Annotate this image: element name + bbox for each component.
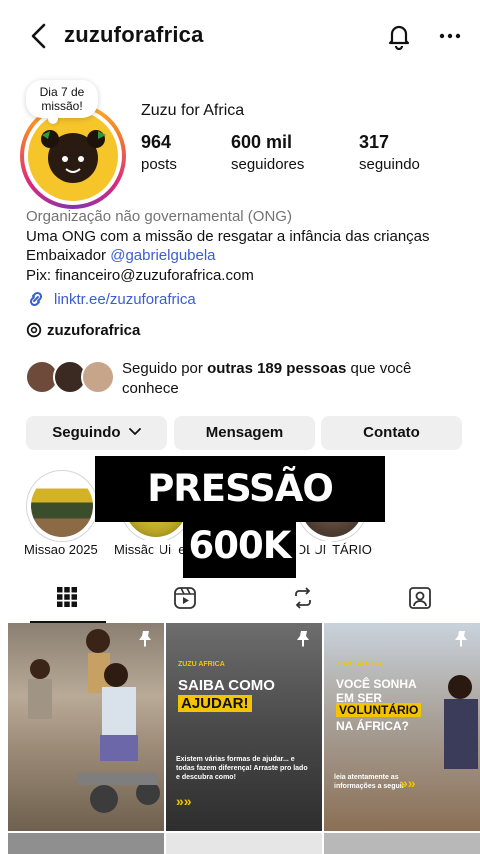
post-arrows: »»	[176, 793, 192, 809]
mascot-logo	[41, 130, 106, 183]
stat-value: 600 mil	[231, 132, 293, 152]
bio-ambassador-prefix: Embaixador	[26, 247, 111, 264]
profile-username: zuzuforafrica	[64, 22, 204, 47]
post-body: Existem várias formas de ajudar... e tod…	[176, 756, 308, 781]
chevron-left-icon[interactable]	[28, 22, 50, 50]
tab-tagged[interactable]	[360, 582, 480, 622]
bio-ambassador: Embaixador @gabrielgubela	[26, 246, 466, 266]
post-tile[interactable]	[324, 833, 480, 854]
stat-posts[interactable]: 964 posts	[141, 132, 177, 173]
chevron-down-icon	[128, 428, 141, 435]
post-tile[interactable]	[8, 833, 164, 854]
bio-line: Uma ONG com a missão de resgatar a infân…	[26, 227, 430, 245]
following-button[interactable]: Seguindo	[26, 416, 167, 450]
following-label: Seguindo	[52, 424, 121, 441]
stat-label: seguindo	[359, 156, 420, 173]
mutual-followers-avatars[interactable]	[25, 360, 117, 396]
note-bubble[interactable]: Dia 7 de missão!	[26, 80, 98, 124]
post-title-highlight: AJUDAR!	[178, 695, 252, 712]
tab-reels[interactable]	[125, 582, 245, 622]
stat-following[interactable]: 317 seguindo	[359, 132, 420, 173]
bio-category: Organização não governamental (ONG)	[26, 208, 292, 225]
contact-button[interactable]: Contato	[321, 416, 462, 450]
bio: Organização não governamental (ONG) Uma …	[26, 207, 466, 285]
threads-handle: zuzuforafrica	[47, 322, 141, 339]
pin-icon	[139, 631, 151, 647]
stat-value: 317	[359, 132, 390, 152]
post-title: VOCÊ SONHA EM SER	[336, 677, 417, 705]
post-brand: ZUZU AFRICA	[336, 661, 383, 668]
link-icon	[29, 291, 43, 307]
more-icon[interactable]	[437, 24, 463, 48]
stat-value: 964	[141, 132, 172, 152]
post-title-end: NA ÁFRICA?	[336, 719, 409, 733]
stat-label: posts	[141, 156, 177, 173]
post-tile[interactable]	[8, 623, 164, 831]
avatar	[28, 111, 118, 201]
highlight-missao-2025[interactable]	[26, 470, 98, 542]
tab-reposts[interactable]	[243, 582, 363, 622]
grid-icon	[57, 587, 77, 607]
bio-link[interactable]: linktr.ee/zuzuforafrica	[26, 290, 196, 308]
highlight-label: Missao 2025	[24, 542, 98, 557]
bio-link-text: linktr.ee/zuzuforafrica	[54, 291, 196, 308]
post-tile[interactable]	[166, 833, 322, 854]
top-bar: zuzuforafrica	[0, 0, 480, 72]
mention-link[interactable]: @gabrielgubela	[110, 247, 215, 264]
overlay-caption-line2: 600K	[183, 514, 296, 578]
overlay-caption-line1: PRESSÃO TURMA!!!	[95, 456, 385, 576]
pin-icon	[455, 631, 467, 647]
tab-grid[interactable]	[8, 582, 128, 623]
reels-icon	[174, 587, 196, 609]
bell-icon[interactable]	[385, 22, 413, 50]
post-brand: ZUZU AFRICA	[178, 661, 225, 668]
post-title-hl: VOLUNTÁRIO	[336, 703, 422, 717]
post-tile[interactable]: ZUZU AFRICA VOCÊ SONHA EM SER VOLUNTÁRIO…	[324, 623, 480, 831]
threads-icon	[26, 322, 42, 338]
profile-avatar-ring[interactable]	[20, 103, 126, 209]
pin-icon	[297, 631, 309, 647]
post-tile[interactable]: ZUZU AFRICA SAIBA COMO AJUDAR! Existem v…	[166, 623, 322, 831]
mutual-count: outras 189 pessoas	[207, 360, 347, 377]
post-title: SAIBA COMO	[178, 677, 275, 694]
post-arrows: »»	[400, 775, 416, 791]
repost-icon	[295, 587, 311, 609]
display-name: Zuzu for Africa	[141, 102, 245, 119]
post-title-highlight: VOLUNTÁRIO	[336, 703, 422, 717]
mutual-followers-text[interactable]: Seguido por outras 189 pessoas que você …	[122, 359, 442, 399]
profile-tabs	[0, 582, 480, 623]
stat-label: seguidores	[231, 156, 305, 173]
stat-followers[interactable]: 600 mil seguidores	[231, 132, 304, 173]
mutual-prefix: Seguido por	[122, 360, 208, 377]
threads-badge[interactable]: zuzuforafrica	[26, 322, 140, 339]
bio-pix: Pix: financeiro@zuzuforafrica.com	[26, 266, 254, 284]
post-photo	[28, 629, 160, 813]
tagged-icon	[409, 587, 431, 609]
avatar	[81, 360, 115, 394]
post-title-hl: AJUDAR!	[178, 695, 252, 712]
message-button[interactable]: Mensagem	[174, 416, 315, 450]
